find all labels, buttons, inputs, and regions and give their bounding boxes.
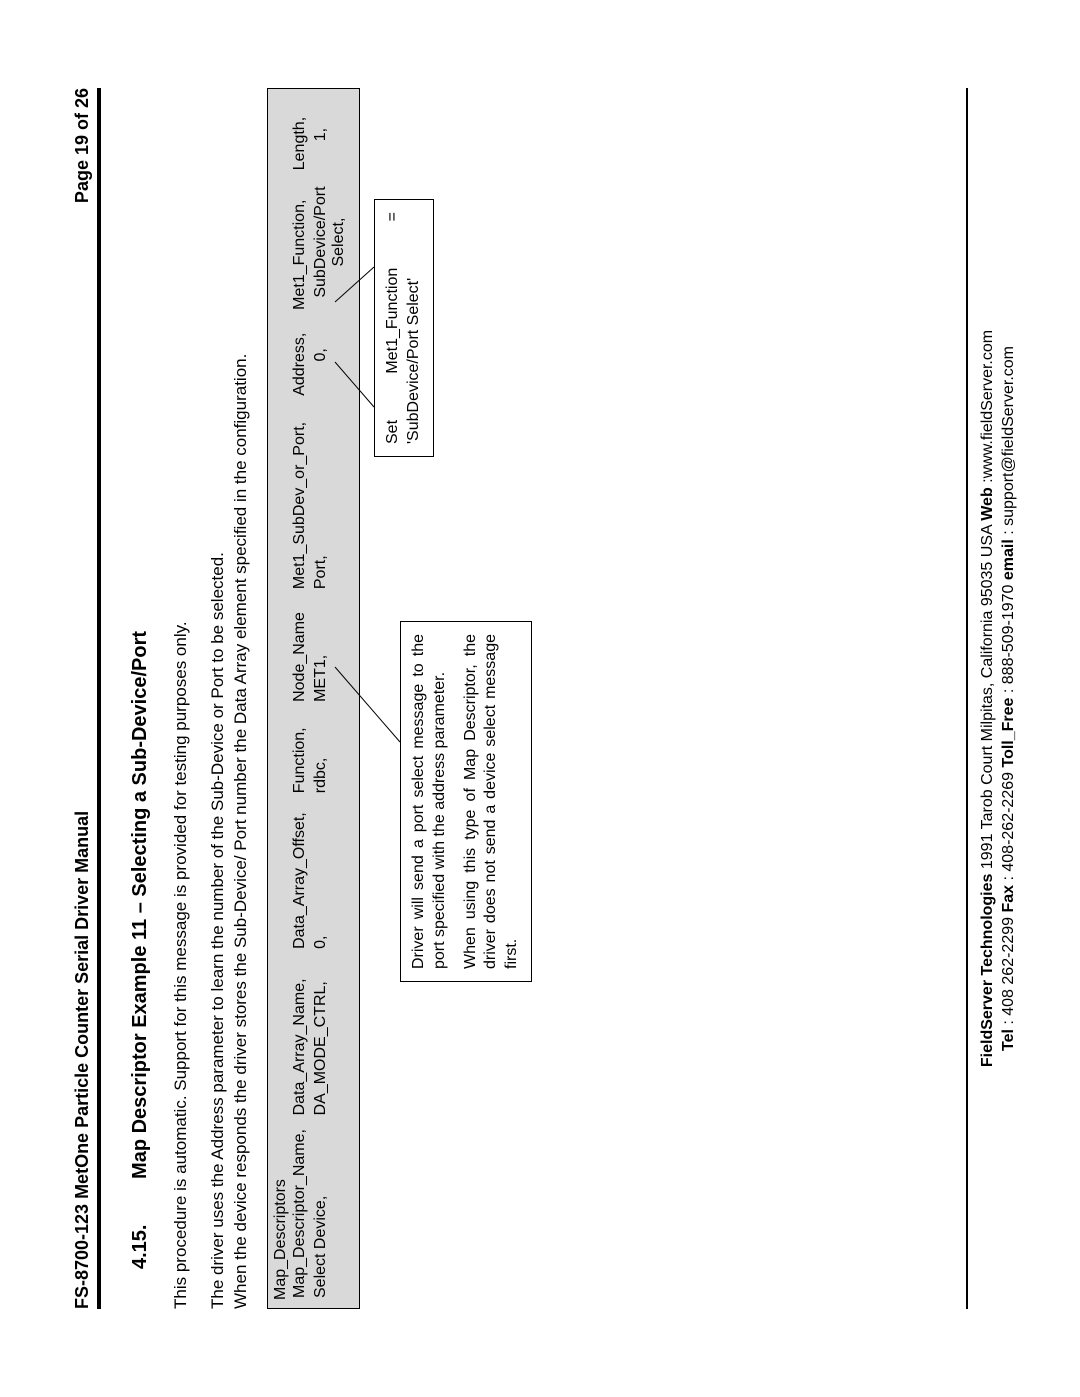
col-header: Data_Array_Name,: [290, 951, 310, 1117]
cell-function: rdbc,: [310, 704, 349, 795]
doc-title: FS-8700-123 MetOne Particle Counter Seri…: [72, 811, 93, 1309]
footer-web-value: :www.fieldServer.com: [979, 330, 996, 483]
table-header-row: Map_Descriptor_Name, Data_Array_Name, Da…: [290, 97, 310, 1300]
callout-text: Set Met1_Function = 'SubDevice/Port Sele…: [384, 212, 422, 444]
col-header: Function,: [290, 704, 310, 795]
col-header: Map_Descriptor_Name,: [290, 1117, 310, 1300]
footer-line-2: Tel : 408 262-2299 Fax : 408-262-2269 To…: [998, 88, 1020, 1309]
map-descriptors-table: Map_Descriptor_Name, Data_Array_Name, Da…: [290, 97, 349, 1300]
cell-node-name: MET1,: [310, 591, 349, 704]
page-number: Page 19 of 26: [72, 88, 93, 203]
col-header: Data_Array_Offset,: [290, 795, 310, 951]
footer-address: 1991 Tarob Court Milpitas, California 95…: [979, 521, 996, 869]
table-title: Map_Descriptors: [272, 97, 290, 1300]
col-header: Met1_Function,: [290, 172, 310, 312]
cell-map-descriptor-name: Select Device,: [310, 1117, 349, 1300]
page-footer: FieldServer Technologies 1991 Tarob Cour…: [977, 88, 1020, 1309]
intro-paragraph-3: When the device responds the driver stor…: [230, 88, 253, 1309]
footer-line-1: FieldServer Technologies 1991 Tarob Cour…: [977, 88, 999, 1309]
col-header: Node_Name: [290, 591, 310, 704]
intro-paragraph-2: The driver uses the Address parameter to…: [207, 88, 230, 1309]
footer-company: FieldServer Technologies: [979, 874, 996, 1068]
cell-length: 1,: [310, 97, 349, 172]
cell-text: SubDevice/Port: [312, 186, 329, 297]
cell-subdev-or-port: Port,: [310, 398, 349, 591]
callout-port-select: Driver will send a port select message t…: [400, 621, 532, 982]
col-header: Address,: [290, 312, 310, 398]
map-descriptors-block: Map_Descriptors Map_Descriptor_Name, Dat…: [267, 88, 360, 1309]
footer-tel-value: : 408 262-2299: [1000, 913, 1017, 1025]
cell-data-array-offset: 0,: [310, 795, 349, 951]
page-header: FS-8700-123 MetOne Particle Counter Seri…: [72, 88, 101, 1309]
cell-met1-function: SubDevice/Port Select,: [310, 172, 349, 312]
footer-web-label: Web: [979, 487, 996, 520]
callout-text: When using this type of Map Descriptor, …: [461, 634, 523, 969]
footer-tel-label: Tel: [1000, 1029, 1017, 1051]
footer-fax-value: : 408-262-2269: [1000, 768, 1017, 881]
col-header: Length,: [290, 97, 310, 172]
section-number: 4.15.: [129, 1225, 151, 1269]
cell-text: Select,: [330, 218, 347, 267]
footer-tollfree-value: : 888-509-1970: [1000, 580, 1017, 693]
intro-paragraph-1: This procedure is automatic. Support for…: [170, 88, 193, 1309]
footer-email-value: : support@fieldServer.com: [1000, 346, 1017, 535]
footer-tollfree-label: Toll_Free: [1000, 698, 1017, 768]
callout-text: Driver will send a port select message t…: [409, 634, 451, 969]
section-title: Map Descriptor Example 11 – Selecting a …: [129, 631, 151, 1179]
callout-met1-function: Set Met1_Function = 'SubDevice/Port Sele…: [374, 199, 434, 457]
leader-lines: [0, 0, 1080, 1397]
footer-fax-label: Fax: [1000, 885, 1017, 913]
section-heading: 4.15. Map Descriptor Example 11 – Select…: [129, 88, 152, 1269]
footer-email-label: email: [1000, 539, 1017, 580]
cell-data-array-name: DA_MODE_CTRL,: [310, 951, 349, 1117]
footer-rule: [966, 88, 968, 1309]
table-row: Select Device, DA_MODE_CTRL, 0, rdbc, ME…: [310, 97, 349, 1300]
cell-address: 0,: [310, 312, 349, 398]
col-header: Met1_SubDev_or_Port,: [290, 398, 310, 591]
